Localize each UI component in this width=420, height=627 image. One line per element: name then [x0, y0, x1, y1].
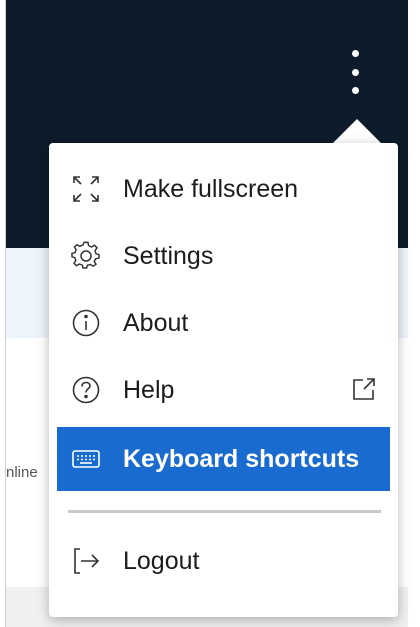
page-left-border — [0, 0, 6, 627]
help-icon — [71, 375, 101, 405]
menu-item-label: Settings — [123, 241, 214, 270]
online-status-text: nline — [6, 464, 38, 481]
menu-item-settings[interactable]: Settings — [57, 224, 390, 288]
menu-divider — [68, 510, 381, 513]
more-options-icon-dot — [351, 87, 359, 94]
menu-item-label: Keyboard shortcuts — [123, 444, 360, 473]
menu-caret — [331, 119, 383, 145]
options-menu: Make fullscreen Settings About Help Keyb… — [49, 143, 398, 617]
more-options-icon-dot — [351, 68, 359, 76]
menu-item-keyboard-shortcuts[interactable]: Keyboard shortcuts — [57, 427, 390, 491]
menu-item-about[interactable]: About — [57, 291, 390, 355]
menu-item-label: About — [123, 308, 189, 337]
logout-icon — [71, 546, 101, 576]
gear-icon — [71, 241, 101, 271]
menu-item-label: Help — [123, 375, 175, 404]
menu-item-label: Make fullscreen — [123, 174, 299, 203]
keyboard-icon — [71, 444, 101, 474]
menu-item-fullscreen[interactable]: Make fullscreen — [57, 157, 390, 221]
more-options-button[interactable] — [344, 46, 366, 98]
menu-item-help[interactable]: Help — [57, 358, 390, 422]
info-icon — [71, 308, 101, 338]
fullscreen-icon — [71, 174, 101, 204]
menu-item-label: Logout — [123, 546, 200, 575]
more-options-icon — [351, 50, 359, 57]
page-right-edge — [408, 0, 420, 627]
external-link-icon — [350, 375, 378, 403]
menu-item-logout[interactable]: Logout — [57, 529, 390, 593]
